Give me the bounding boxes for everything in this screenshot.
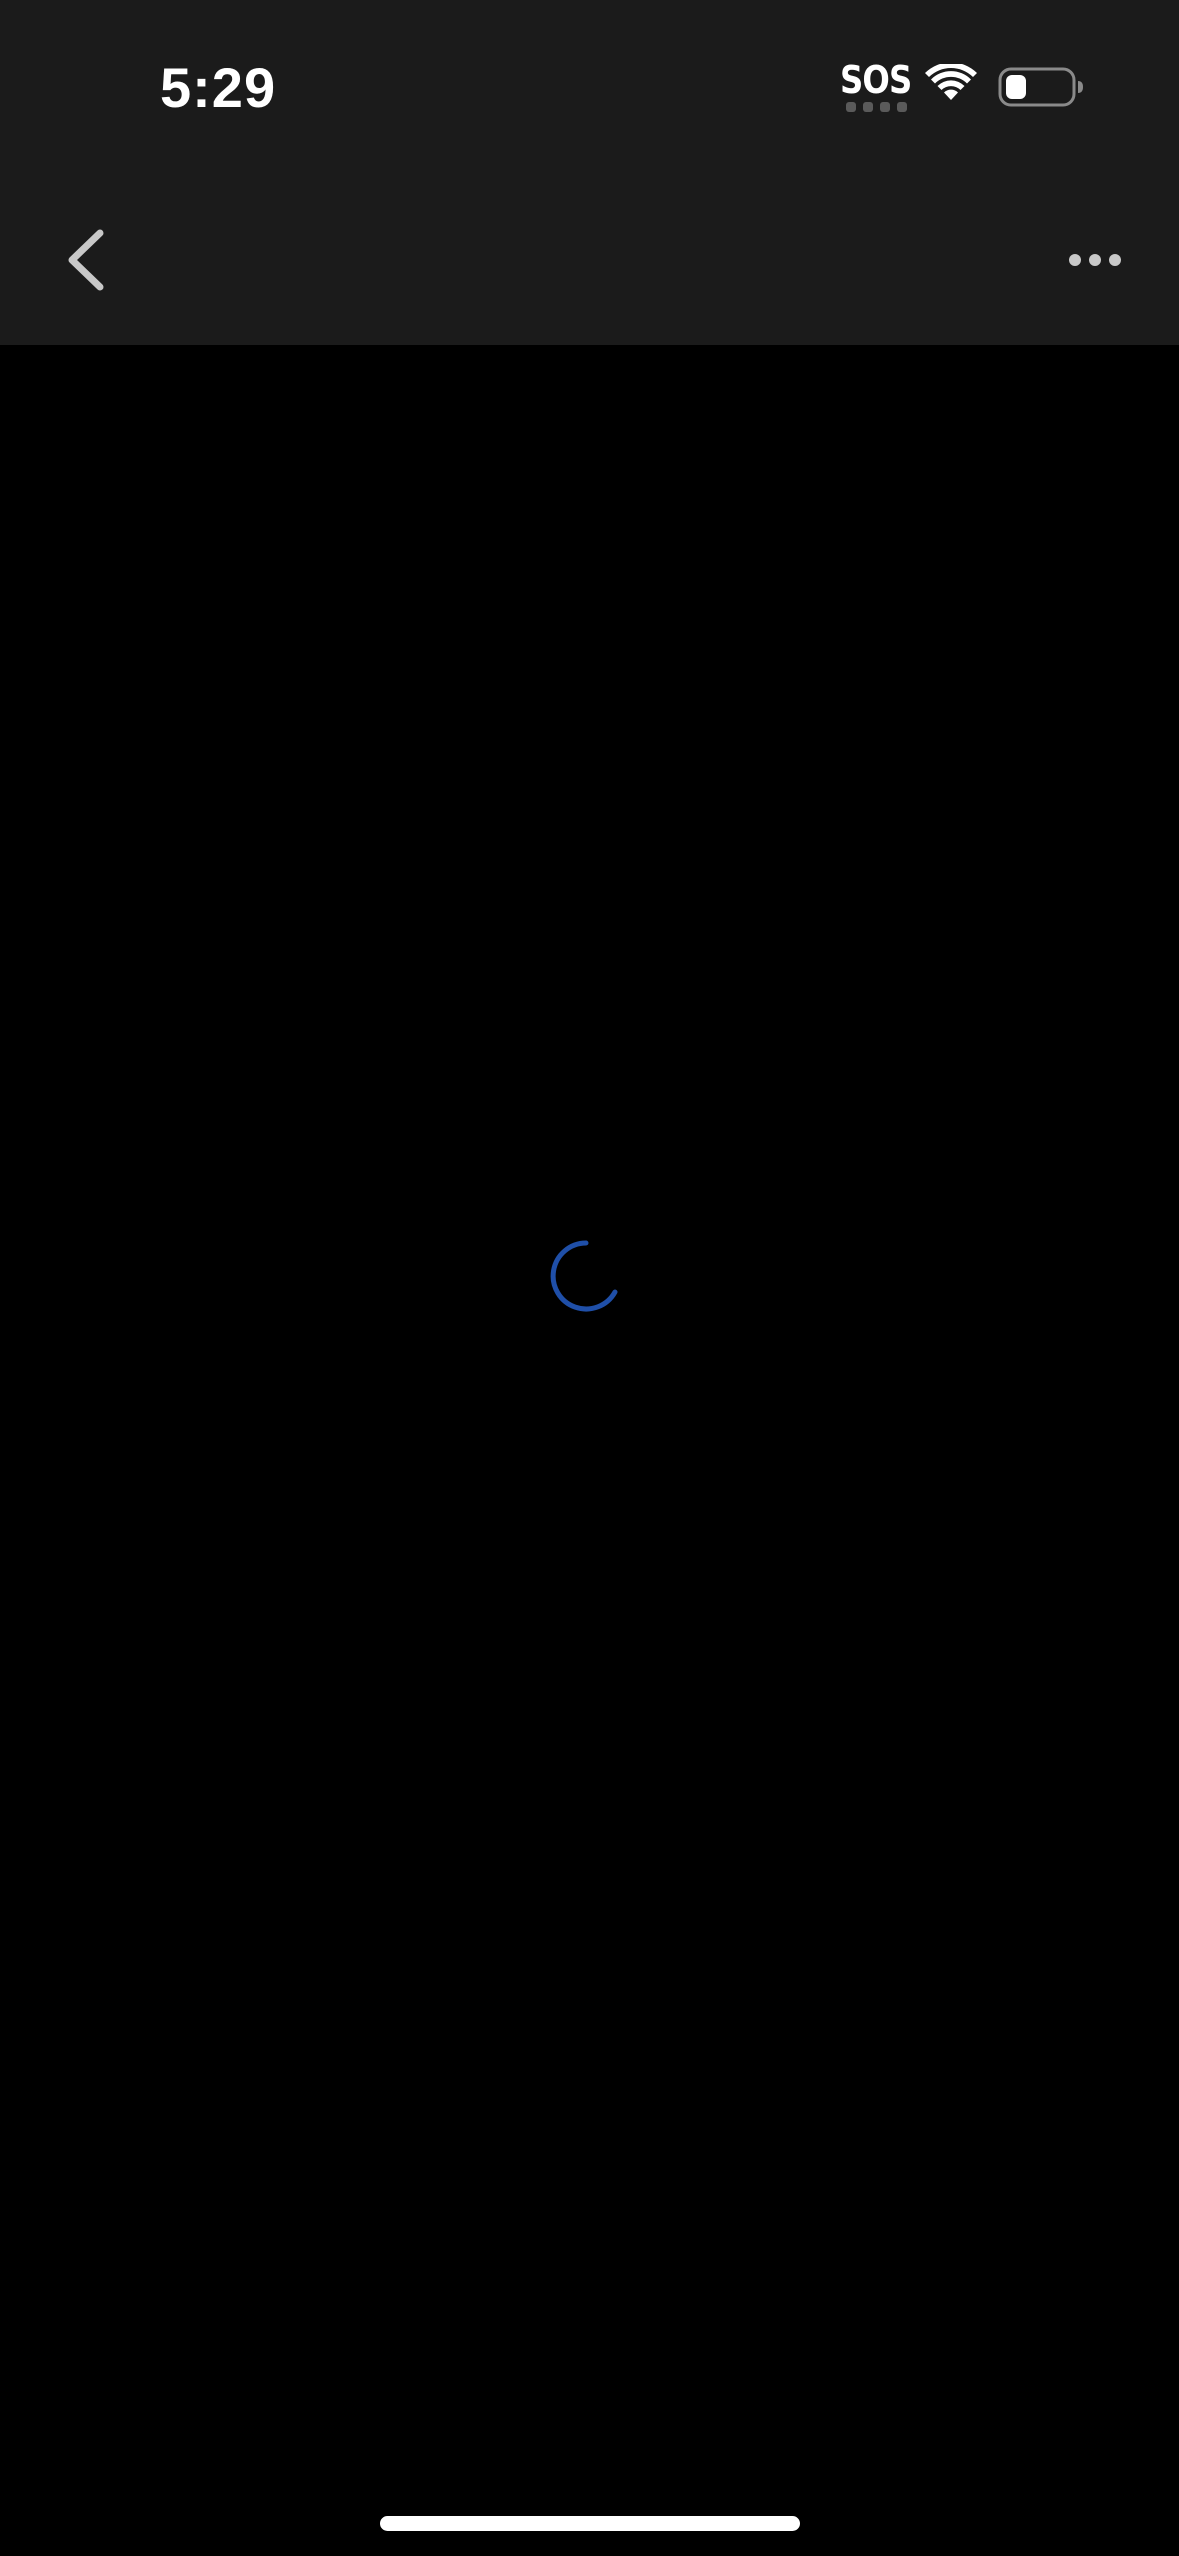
status-time: 5:29 [160, 56, 277, 119]
signal-dots [846, 102, 907, 112]
signal-dot [880, 102, 890, 112]
wifi-icon [925, 64, 977, 100]
top-bar-area: 5:29 SOS [0, 0, 1179, 345]
chevron-left-icon [68, 229, 104, 291]
battery-icon [998, 67, 1083, 107]
sos-indicator: SOS [840, 58, 912, 118]
signal-dot [897, 102, 907, 112]
navigation-bar [0, 175, 1179, 345]
signal-dot [846, 102, 856, 112]
spinner-icon [550, 1240, 618, 1312]
back-button[interactable] [40, 215, 130, 305]
more-options-button[interactable] [1050, 215, 1140, 305]
content-area [0, 345, 1179, 2556]
sos-label: SOS [840, 58, 912, 102]
signal-dot [863, 102, 873, 112]
status-bar: 5:29 SOS [0, 0, 1179, 175]
ellipsis-icon [1069, 254, 1121, 266]
home-indicator[interactable] [380, 2516, 800, 2531]
